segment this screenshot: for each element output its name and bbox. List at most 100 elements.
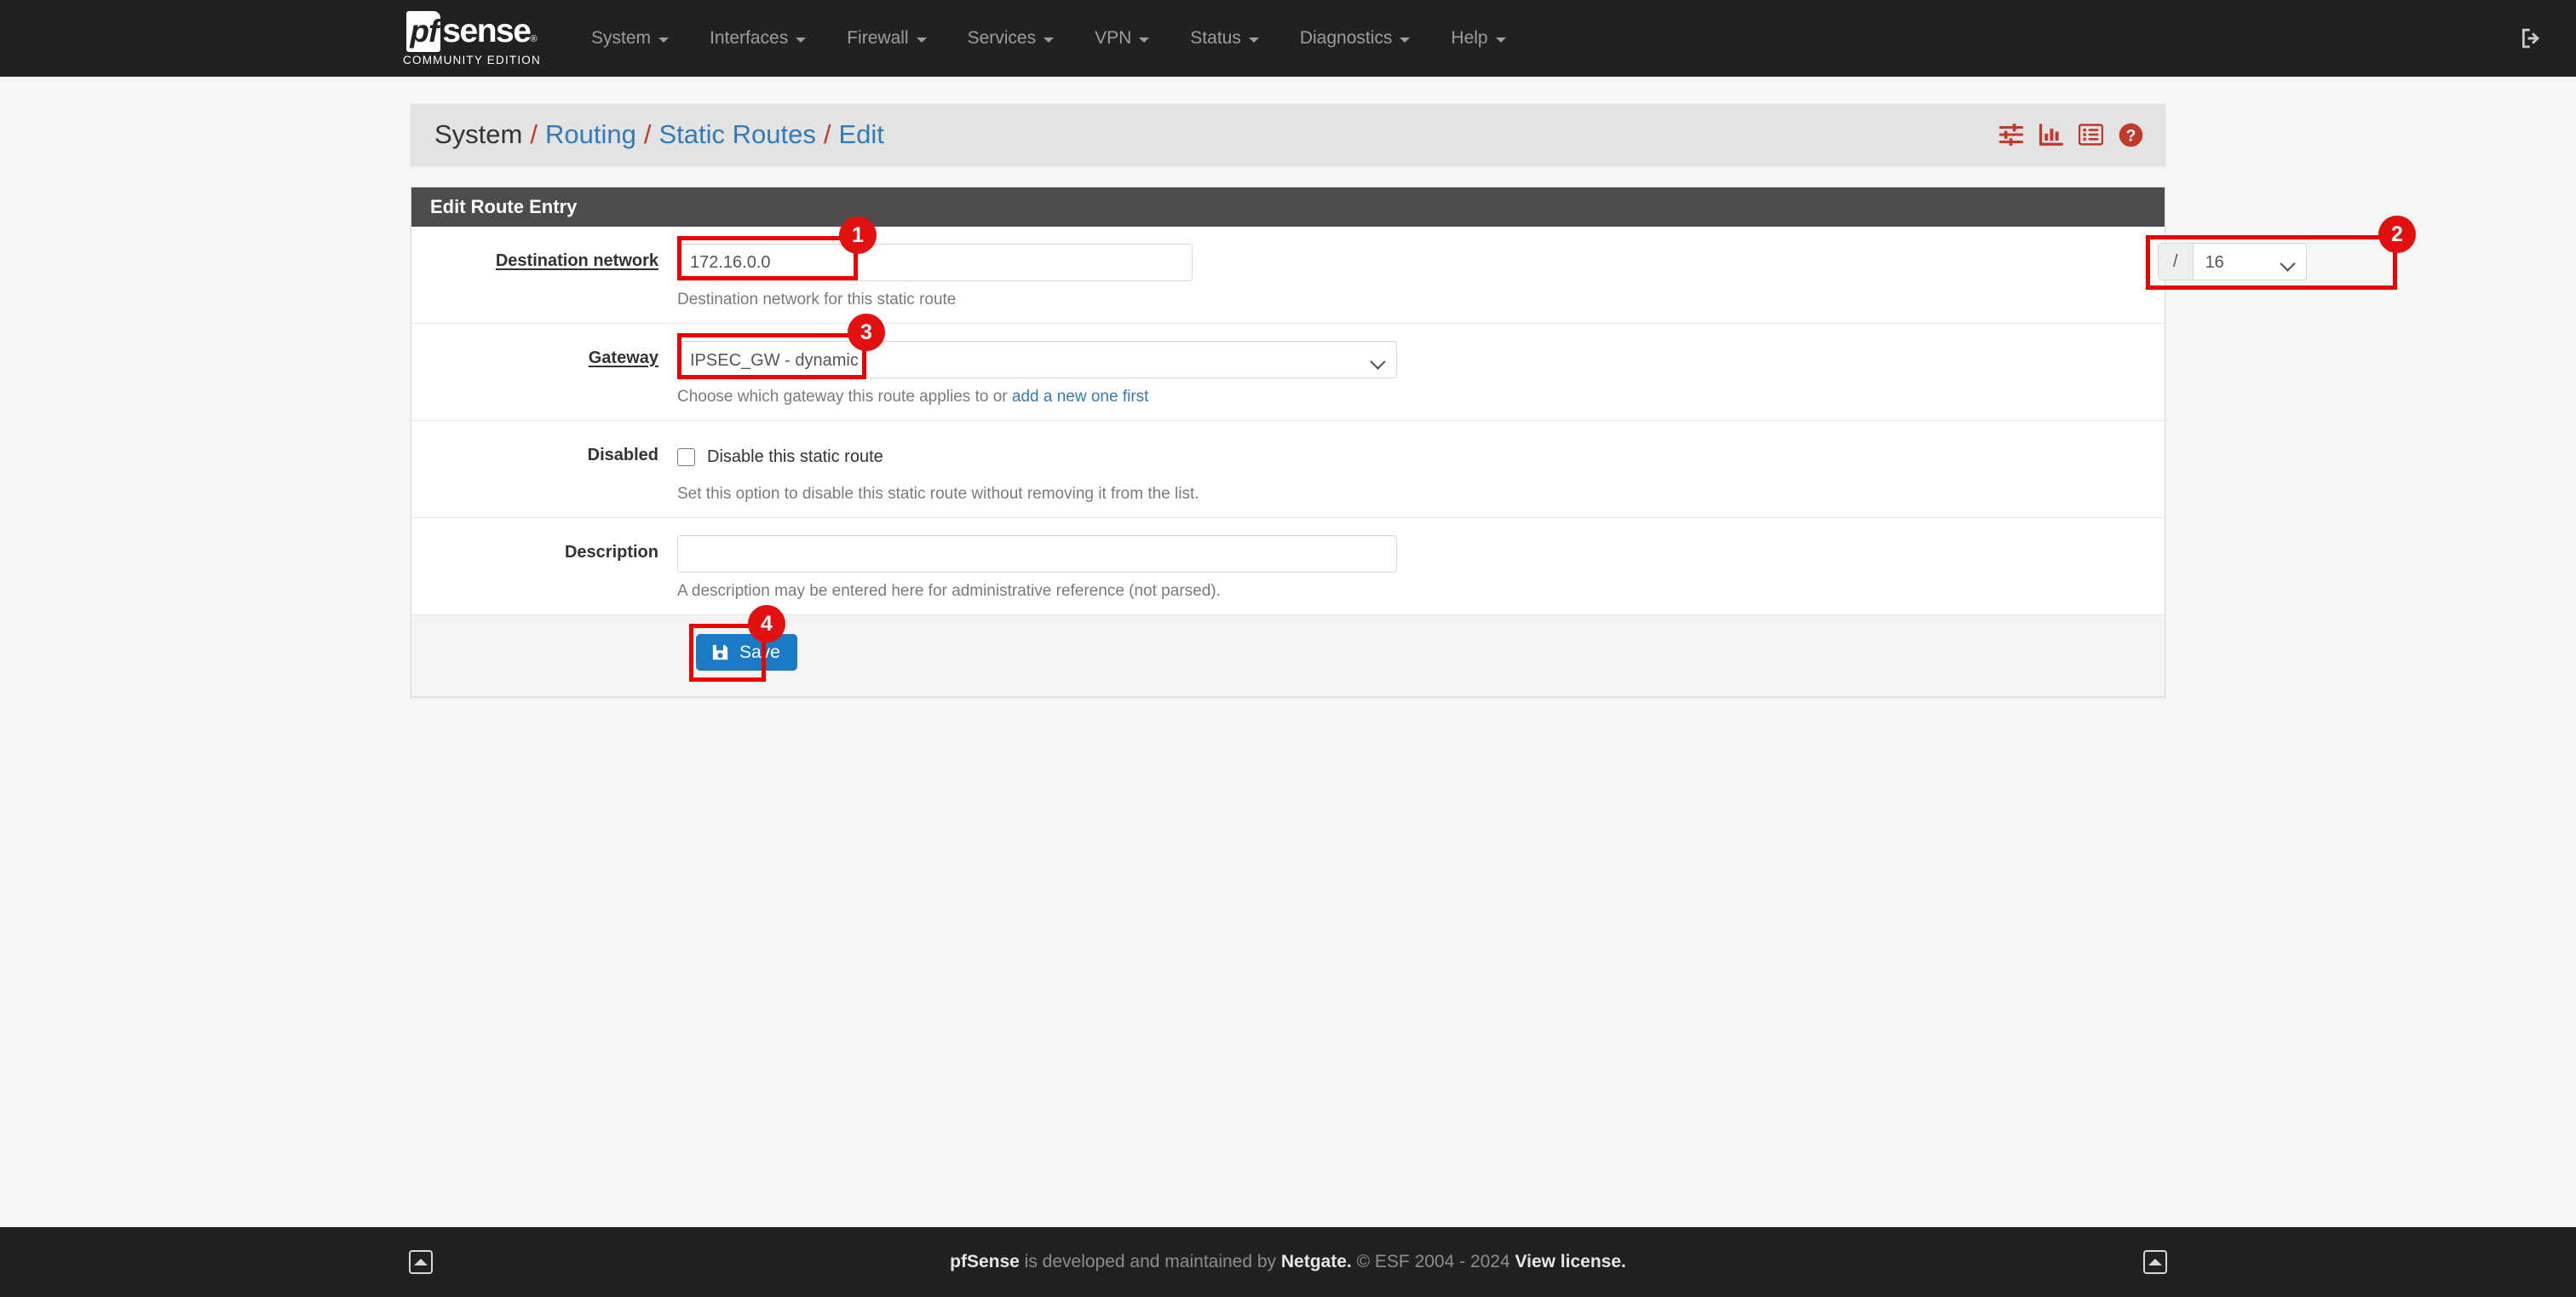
breadcrumb: System / Routing / Static Routes / Edit [434,119,884,150]
logo-registered-mark: ® [530,33,538,44]
sign-out-icon[interactable] [2518,26,2544,51]
caret-up-icon [414,1259,428,1265]
nav-item-diagnostics[interactable]: Diagnostics [1279,0,1431,77]
footer-company[interactable]: Netgate. [1281,1252,1352,1271]
disabled-help: Set this option to disable this static r… [677,485,1199,503]
svg-text:?: ? [2126,127,2136,145]
save-button-label: Save [739,643,780,662]
nav-label: VPN [1095,28,1132,48]
add-new-gateway-link[interactable]: add a new one first [1012,388,1149,406]
nav-item-help[interactable]: Help [1430,0,1526,77]
nav-item-vpn[interactable]: VPN [1074,0,1170,77]
chevron-down-icon [1139,37,1150,43]
footer-text: pfSense is developed and maintained by N… [433,1252,2143,1272]
nav-item-services[interactable]: Services [947,0,1075,77]
footer-license-link[interactable]: View license. [1515,1252,1626,1271]
chevron-down-icon [916,37,927,43]
cidr-select-wrap: 16 [2192,243,2307,280]
page-content: System / Routing / Static Routes / Edit [0,104,2576,697]
sliders-icon[interactable] [1998,124,2024,146]
save-button[interactable]: Save [696,634,797,671]
scroll-to-top-icon-left[interactable] [409,1250,433,1274]
nav-label: Interfaces [710,28,789,48]
nav-item-status[interactable]: Status [1170,0,1279,77]
form-row-destination-network: Destination network Destination network … [411,216,2416,324]
gateway-help-prefix: Choose which gateway this route applies … [677,388,1012,406]
list-icon[interactable] [2079,124,2103,146]
gateway-select-wrap: IPSEC_GW - dynamic [677,341,1397,378]
breadcrumb-item-edit[interactable]: Edit [838,119,883,150]
description-field: A description may be entered here for ad… [677,535,2165,614]
breadcrumb-item-routing[interactable]: Routing [545,119,636,150]
gateway-label: Gateway [588,349,658,367]
destination-network-input[interactable] [677,244,1193,281]
disable-static-route-checkbox[interactable] [677,447,695,466]
brand-logo[interactable]: pf sense ® COMMUNITY EDITION [395,10,549,66]
annotation-badge-3: 3 [848,314,885,351]
gateway-field: IPSEC_GW - dynamic Choose which gateway … [677,341,2165,420]
nav-label: Services [967,28,1037,48]
disabled-field: Disable this static route Set this optio… [677,438,2165,517]
chevron-down-icon [1495,37,1506,43]
chevron-down-icon [1248,37,1259,43]
annotation-badge-4: 4 [748,605,785,643]
breadcrumb-separator: / [823,119,831,149]
nav-item-system[interactable]: System [571,0,689,77]
form-row-description: Description A description may be entered… [411,518,2165,614]
nav-item-interfaces[interactable]: Interfaces [689,0,826,77]
cidr-group: / 16 [2158,243,2307,280]
destination-network-label: Destination network [495,251,658,270]
breadcrumb-item-static-routes[interactable]: Static Routes [658,119,815,150]
chevron-down-icon [796,37,807,43]
cidr-select[interactable]: 16 [2192,243,2307,280]
nav-label: Diagnostics [1299,28,1393,48]
chevron-down-icon [1044,37,1055,43]
gateway-select[interactable]: IPSEC_GW - dynamic [677,341,1397,378]
form-row-disabled: Disabled Disable this static route Set t… [411,421,2165,518]
breadcrumb-item-system: System [434,119,523,149]
chevron-down-icon [1400,37,1411,43]
bar-chart-icon[interactable] [2039,124,2063,146]
caret-up-icon [2148,1259,2162,1265]
breadcrumb-actions: ? [1998,123,2143,147]
nav-label: Firewall [847,28,909,48]
logo-subtitle: COMMUNITY EDITION [403,53,541,66]
nav-label: System [591,28,652,48]
help-question-icon[interactable]: ? [2119,123,2143,147]
footer-text-mid: is developed and maintained by [1019,1252,1281,1271]
description-label: Description [564,543,658,562]
floppy-save-icon [712,644,728,660]
cidr-slash-addon: / [2158,243,2193,280]
logo-wordmark: pf sense ® [406,10,538,52]
panel-title: Edit Route Entry [411,187,2165,227]
form-row-gateway: Gateway IPSEC_GW - dynamic Choose which … [411,314,2165,421]
destination-network-field: Destination network for this static rout… [677,244,2165,323]
gateway-help: Choose which gateway this route applies … [677,388,2165,406]
disable-static-route-checkbox-label[interactable]: Disable this static route [707,447,883,467]
description-input[interactable] [677,535,1397,573]
annotation-badge-1: 1 [839,216,877,254]
navbar-right [2518,0,2576,77]
nav-menu: System Interfaces Firewall Services VPN … [571,0,1527,77]
logo-pf-mark: pf [406,10,441,52]
logo-sense-text: sense [442,12,532,49]
destination-network-help: Destination network for this static rout… [677,291,957,308]
edit-route-entry-panel: Edit Route Entry Destination network Des… [411,187,2416,697]
scroll-to-top-icon-right[interactable] [2143,1250,2167,1274]
breadcrumb-separator: / [530,119,538,149]
page-footer: pfSense is developed and maintained by N… [0,1227,2576,1297]
panel-footer: Save 4 [411,605,2165,696]
nav-label: Status [1190,28,1241,48]
breadcrumb-separator: / [643,119,652,149]
nav-label: Help [1451,28,1488,48]
nav-item-firewall[interactable]: Firewall [826,0,946,77]
top-navbar: pf sense ® COMMUNITY EDITION System Interf… [0,0,2576,77]
disabled-label: Disabled [587,446,658,464]
chevron-down-icon [658,37,670,43]
description-help: A description may be entered here for ad… [677,582,1221,600]
footer-copyright: © ESF 2004 - 2024 [1351,1252,1515,1271]
footer-brand: pfSense [950,1252,1020,1271]
form-body: Destination network Destination network … [411,216,2416,614]
annotation-badge-2: 2 [2378,216,2416,253]
breadcrumb-bar: System / Routing / Static Routes / Edit [411,104,2165,165]
